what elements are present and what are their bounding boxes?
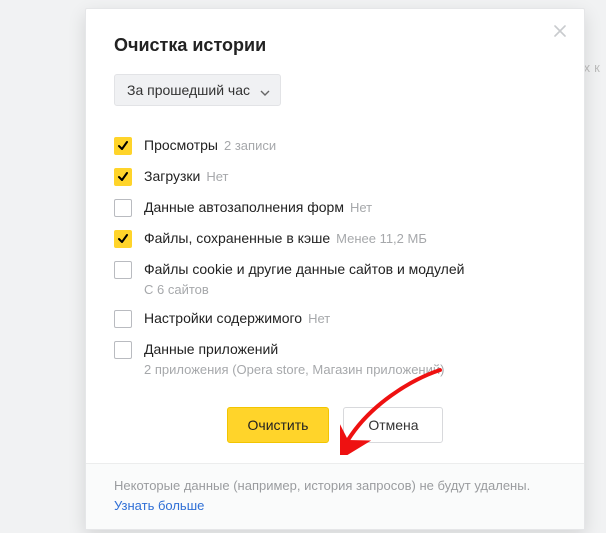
cancel-button[interactable]: Отмена (343, 407, 443, 443)
option-hint: Менее 11,2 МБ (336, 231, 427, 246)
option-label-line: Данные автозаполнения форм Нет (144, 198, 372, 217)
option-hint: Нет (308, 311, 330, 326)
learn-more-link[interactable]: Узнать больше (114, 498, 204, 513)
checkbox[interactable] (114, 341, 132, 359)
option-row[interactable]: Файлы, сохраненные в кэше Менее 11,2 МБ (114, 223, 556, 254)
option-row[interactable]: Данные автозаполнения форм Нет (114, 192, 556, 223)
time-range-select[interactable]: За прошедший час (114, 74, 281, 106)
option-label: Загрузки (144, 168, 200, 184)
option-text: Просмотры 2 записи (144, 136, 276, 155)
option-label-line: Загрузки Нет (144, 167, 228, 186)
checkbox[interactable] (114, 310, 132, 328)
checkbox[interactable] (114, 199, 132, 217)
option-text: Файлы cookie и другие данные сайтов и мо… (144, 260, 464, 297)
footer-note: Некоторые данные (например, история запр… (114, 478, 530, 493)
time-range-label: За прошедший час (127, 82, 250, 98)
checkbox[interactable] (114, 168, 132, 186)
checkbox[interactable] (114, 261, 132, 279)
option-text: Данные приложений 2 приложения (Opera sto… (144, 340, 444, 377)
option-label-line: Просмотры 2 записи (144, 136, 276, 155)
option-label-line: Файлы cookie и другие данные сайтов и мо… (144, 260, 464, 279)
option-text: Загрузки Нет (144, 167, 228, 186)
option-subtext: 2 приложения (Opera store, Магазин прило… (144, 362, 444, 377)
option-label: Файлы, сохраненные в кэше (144, 230, 330, 246)
dialog-title: Очистка истории (114, 35, 556, 56)
option-label-line: Настройки содержимого Нет (144, 309, 330, 328)
option-hint: Нет (350, 200, 372, 215)
chevron-down-icon (260, 85, 270, 95)
option-subtext: С 6 сайтов (144, 282, 464, 297)
option-hint: 2 записи (224, 138, 276, 153)
option-row[interactable]: Просмотры 2 записи (114, 130, 556, 161)
checkbox[interactable] (114, 137, 132, 155)
option-label-line: Файлы, сохраненные в кэше Менее 11,2 МБ (144, 229, 427, 248)
option-label: Файлы cookie и другие данные сайтов и мо… (144, 261, 464, 277)
option-row[interactable]: Загрузки Нет (114, 161, 556, 192)
clear-button[interactable]: Очистить (227, 407, 330, 443)
option-row[interactable]: Настройки содержимого Нет (114, 303, 556, 334)
option-label: Данные автозаполнения форм (144, 199, 344, 215)
checkbox[interactable] (114, 230, 132, 248)
option-hint: Нет (206, 169, 228, 184)
option-label: Данные приложений (144, 341, 278, 357)
option-row[interactable]: Данные приложений 2 приложения (Opera sto… (114, 334, 556, 383)
close-icon[interactable] (554, 25, 566, 37)
dialog-footer: Некоторые данные (например, история запр… (86, 463, 584, 529)
option-label: Настройки содержимого (144, 310, 302, 326)
option-text: Файлы, сохраненные в кэше Менее 11,2 МБ (144, 229, 427, 248)
clear-history-dialog: Очистка истории За прошедший час Просмот… (85, 8, 585, 530)
dialog-actions: Очистить Отмена (114, 383, 556, 463)
option-text: Данные автозаполнения форм Нет (144, 198, 372, 217)
option-row[interactable]: Файлы cookie и другие данные сайтов и мо… (114, 254, 556, 303)
option-label: Просмотры (144, 137, 218, 153)
option-text: Настройки содержимого Нет (144, 309, 330, 328)
options-list: Просмотры2 записиЗагрузкиНетДанные автоз… (114, 130, 556, 383)
option-label-line: Данные приложений (144, 340, 444, 359)
